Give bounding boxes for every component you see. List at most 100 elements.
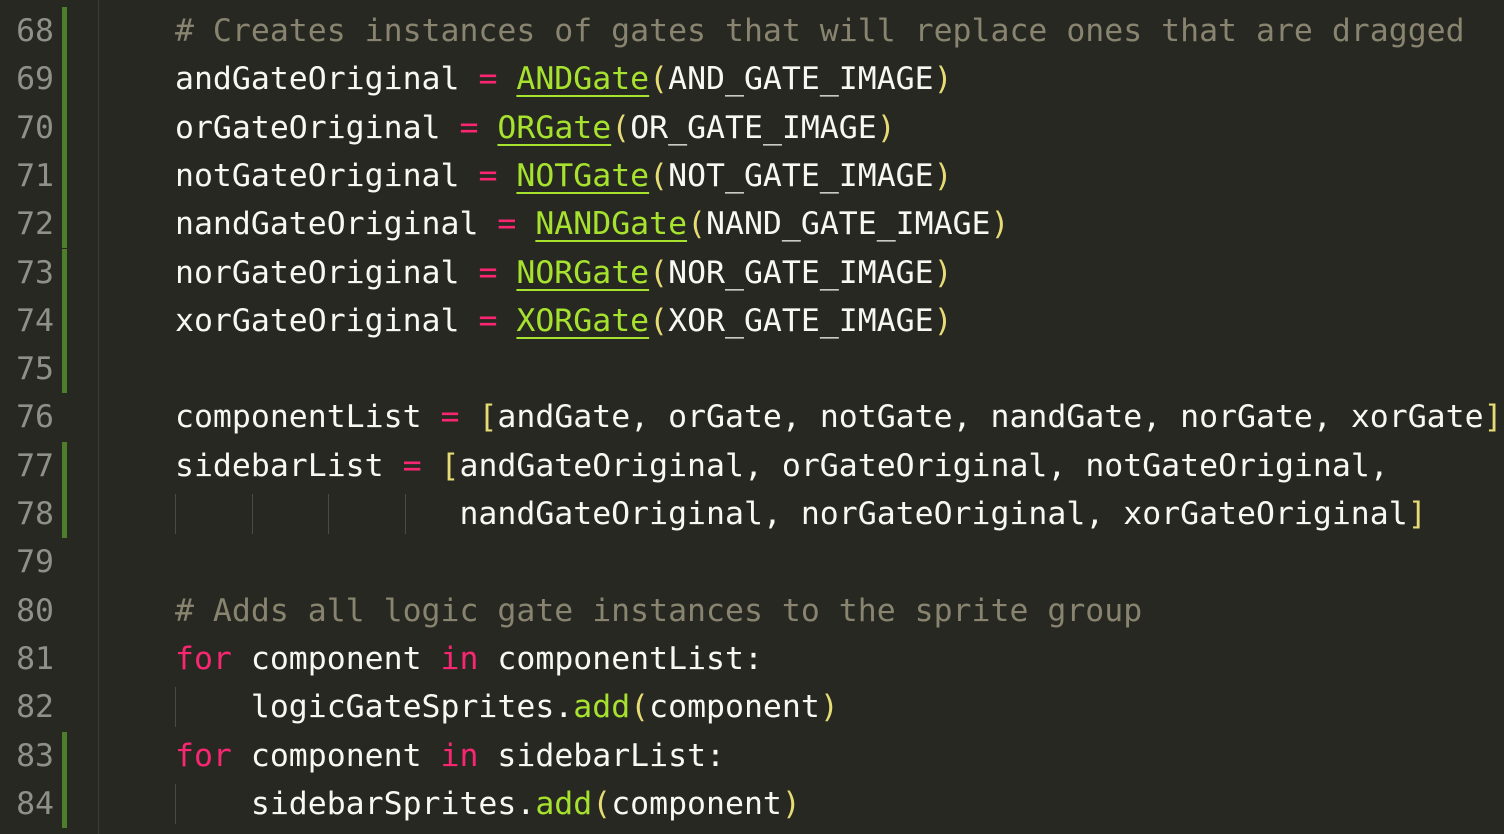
code-line[interactable]: 70 orGateOriginal = ORGate(OR_GATE_IMAGE) <box>0 103 1504 152</box>
code-line[interactable]: 78 nandGateOriginal, norGateOriginal, xo… <box>0 490 1504 539</box>
code-editor[interactable]: 68 # Creates instances of gates that will… <box>0 0 1504 834</box>
token-paren: ) <box>933 302 953 339</box>
code-line[interactable]: 84 sidebarSprites.add(component) <box>0 779 1504 829</box>
token-paren: ] <box>1483 399 1503 436</box>
line-number[interactable]: 82 <box>0 683 54 731</box>
code-line[interactable]: 73 norGateOriginal = NORGate(NOR_GATE_IMA… <box>0 248 1504 297</box>
token-plain: notGateOriginal <box>175 157 479 194</box>
line-number[interactable]: 74 <box>0 297 54 345</box>
token-plain: NOT_GATE_IMAGE <box>668 157 934 194</box>
git-modified-marker <box>62 441 67 490</box>
token-kw: in <box>440 737 479 774</box>
code-text[interactable]: norGateOriginal = NORGate(NOR_GATE_IMAGE… <box>175 249 953 297</box>
code-text[interactable]: # Creates instances of gates that will r… <box>175 7 1465 55</box>
code-line[interactable]: 83 for component in sidebarList: <box>0 731 1504 780</box>
token-plain: sidebarList: <box>478 737 726 774</box>
code-line[interactable]: 79 <box>0 538 1504 586</box>
code-text[interactable]: for component in componentList: <box>175 635 763 683</box>
line-number[interactable]: 69 <box>0 55 54 103</box>
line-number[interactable]: 77 <box>0 442 54 490</box>
line-number[interactable]: 73 <box>0 249 54 297</box>
code-line[interactable]: 68 # Creates instances of gates that will… <box>0 7 1504 56</box>
token-comment: # Adds all logic gate instances to the s… <box>175 592 1143 629</box>
line-number[interactable]: 79 <box>0 538 54 586</box>
code-text[interactable]: xorGateOriginal = XORGate(XOR_GATE_IMAGE… <box>175 297 953 345</box>
code-text[interactable]: nandGateOriginal, norGateOriginal, xorGa… <box>175 490 1426 538</box>
git-modified-marker <box>62 345 67 394</box>
token-kw: in <box>440 640 479 677</box>
code-line[interactable]: 82 logicGateSprites.add(component) <box>0 683 1504 731</box>
token-plain: componentList: <box>478 640 763 677</box>
token-op: = <box>459 109 479 146</box>
code-text[interactable]: sidebarList = [andGateOriginal, orGateOr… <box>175 442 1389 490</box>
code-line[interactable]: 72 nandGateOriginal = NANDGate(NAND_GATE_… <box>0 200 1504 249</box>
token-plain: component <box>231 737 441 774</box>
line-number[interactable]: 68 <box>0 7 54 55</box>
code-text[interactable]: nandGateOriginal = NANDGate(NAND_GATE_IM… <box>175 200 1009 248</box>
token-plain: NAND_GATE_IMAGE <box>706 206 991 243</box>
git-modified-marker <box>62 55 67 104</box>
token-paren: ( <box>649 157 669 194</box>
token-class: ANDGate <box>516 61 650 98</box>
line-number[interactable]: 80 <box>0 587 54 635</box>
line-number[interactable]: 78 <box>0 490 54 538</box>
code-text[interactable]: componentList = [andGate, orGate, notGat… <box>175 393 1503 441</box>
line-number[interactable]: 81 <box>0 635 54 683</box>
token-plain: andGate, orGate, notGate, nandGate, norG… <box>497 399 1484 436</box>
token-plain: xorGateOriginal <box>175 302 479 339</box>
token-paren: ) <box>933 157 953 194</box>
code-line[interactable]: 71 notGateOriginal = NOTGate(NOT_GATE_IMA… <box>0 151 1504 201</box>
token-paren: ) <box>933 254 953 291</box>
token-plain: logicGateSprites. <box>175 689 574 726</box>
line-number[interactable]: 71 <box>0 152 54 200</box>
token-paren: ) <box>990 206 1010 243</box>
token-paren: ( <box>592 785 612 822</box>
code-line[interactable]: 77 sidebarList = [andGateOriginal, orGate… <box>0 441 1504 490</box>
token-plain: nandGateOriginal, norGateOriginal, xorGa… <box>175 496 1408 532</box>
token-plain: component <box>231 640 441 677</box>
token-op: = <box>440 399 460 436</box>
code-line[interactable]: 81 for component in componentList: <box>0 635 1504 683</box>
token-comment: # Creates instances of gates that will r… <box>175 13 1465 49</box>
line-number[interactable]: 83 <box>0 732 54 780</box>
line-number[interactable]: 84 <box>0 780 54 828</box>
code-text[interactable]: logicGateSprites.add(component) <box>175 683 839 731</box>
token-paren: ) <box>876 109 896 146</box>
token-op: = <box>402 447 422 484</box>
token-plain: nandGateOriginal <box>175 206 498 243</box>
code-text[interactable]: notGateOriginal = NOTGate(NOT_GATE_IMAGE… <box>175 152 953 200</box>
token-plain: sidebarSprites. <box>175 785 536 822</box>
code-line[interactable]: 80 # Adds all logic gate instances to the… <box>0 587 1504 635</box>
line-number[interactable]: 70 <box>0 104 54 152</box>
line-number[interactable]: 72 <box>0 200 54 248</box>
token-func: add <box>573 689 631 726</box>
line-number[interactable]: 75 <box>0 345 54 393</box>
token-plain: andGateOriginal <box>175 61 479 98</box>
code-line[interactable]: 69 andGateOriginal = ANDGate(AND_GATE_IMA… <box>0 55 1504 104</box>
token-op: = <box>478 61 498 98</box>
token-class: NORGate <box>516 254 650 291</box>
token-class: NOTGate <box>516 157 650 194</box>
git-modified-marker <box>62 151 67 201</box>
code-text[interactable]: # Adds all logic gate instances to the s… <box>175 587 1142 635</box>
code-line[interactable]: 75 <box>0 345 1504 394</box>
code-text[interactable]: sidebarSprites.add(component) <box>175 780 801 828</box>
code-line[interactable]: 76 componentList = [andGate, orGate, notG… <box>0 393 1504 441</box>
line-number[interactable]: 76 <box>0 393 54 441</box>
token-plain: XOR_GATE_IMAGE <box>668 302 934 339</box>
code-text[interactable]: andGateOriginal = ANDGate(AND_GATE_IMAGE… <box>175 55 953 103</box>
code-text[interactable]: for component in sidebarList: <box>175 732 725 780</box>
code-text[interactable]: orGateOriginal = ORGate(OR_GATE_IMAGE) <box>175 104 896 152</box>
token-op: = <box>497 206 517 243</box>
code-line[interactable]: 74 xorGateOriginal = XORGate(XOR_GATE_IMA… <box>0 296 1504 346</box>
token-plain: component <box>649 689 820 726</box>
token-class: XORGate <box>516 302 650 339</box>
token-op: = <box>478 254 498 291</box>
token-plain: component <box>611 785 782 822</box>
